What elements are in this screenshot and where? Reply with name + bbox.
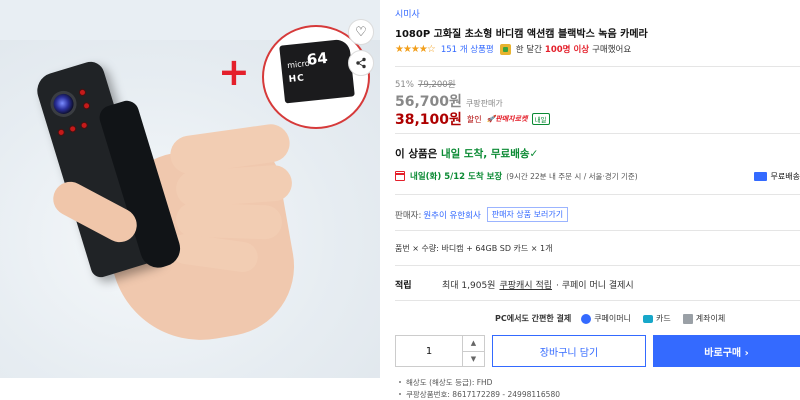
payment-headline: PC에서도 간편한 결제	[495, 314, 572, 323]
discount-rate: 51%	[395, 80, 414, 90]
rating-row: ★★★★☆ 151 개 상품평 한 달간 100명 이상 구매했어요	[395, 43, 631, 55]
purchase-area: 1 ▲ ▼ 장바구니 담기 바로구매 ›	[395, 335, 800, 369]
sale-price-label: 할인	[466, 114, 482, 124]
rocket-badge-label: 판매자로켓	[495, 115, 528, 123]
coupang-price-row: 56,700원 쿠팡판매가	[395, 91, 503, 111]
divider	[395, 66, 800, 67]
star-rating: ★★★★☆	[395, 43, 436, 55]
product-detail-panel: 시미사 1080P 고화질 초소형 바디캠 액션캠 블랙박스 녹음 카메라 ★★…	[395, 0, 800, 400]
seller-row: 판매자: 원추이 유한회사 판매자 상품 보러가기	[395, 207, 569, 222]
payment-row: PC에서도 간편한 결제 쿠페이머니 카드 계좌이체	[495, 313, 737, 324]
seller-label: 판매자:	[395, 210, 422, 221]
quantity-arrows: ▲ ▼	[462, 336, 484, 366]
brand-link[interactable]: 시미사	[395, 7, 420, 20]
delivery-row: 내일(화) 5/12 도착 보장 (9시간 22분 내 주문 시 / 서울·경기…	[395, 170, 800, 182]
payment-option-transfer[interactable]: 계좌이체	[682, 313, 726, 324]
bullet-icon	[399, 393, 401, 395]
delivery-headline-prefix: 이 상품은	[395, 148, 441, 160]
coupay-icon	[581, 313, 592, 324]
review-count-link[interactable]: 151 개 상품평	[441, 43, 494, 55]
product-title: 1080P 고화질 초소형 바디캠 액션캠 블랙박스 녹음 카메라	[395, 29, 648, 40]
payment-option-coupay[interactable]: 쿠페이머니	[581, 313, 631, 324]
camera-led	[82, 101, 91, 111]
sale-price-row: 38,100원 할인 🚀판매자로켓 내일	[395, 109, 550, 129]
selected-option[interactable]: 품번 × 수량: 바디캠 + 64GB SD 카드 × 1개	[395, 243, 553, 254]
delivery-headline: 이 상품은 내일 도착, 무료배송✓	[395, 146, 538, 161]
spec-item: 해상도 (해상도 등급): FHD	[395, 377, 560, 389]
delivery-headline-highlight: 내일 도착, 무료배송	[440, 148, 530, 160]
reward-max: 최대 1,905원	[442, 281, 496, 291]
discount-row: 51% 79,200원	[395, 78, 455, 90]
bank-transfer-icon	[682, 313, 693, 324]
reward-label: 적립	[395, 281, 412, 291]
coupang-price: 56,700원	[395, 94, 462, 110]
spec-item-text: 해상도 (해상도 등급): FHD	[406, 378, 493, 387]
payment-option-label: 카드	[656, 314, 671, 323]
camera-led	[79, 120, 89, 130]
check-icon: ✓	[529, 148, 539, 160]
sd-card-capacity: 64	[305, 48, 329, 69]
favorite-button[interactable]: ♡	[348, 19, 374, 45]
truck-icon	[753, 171, 767, 181]
spec-list: 해상도 (해상도 등급): FHD 쿠팡상품번호: 8617172289 - 2…	[395, 377, 560, 400]
bullet-icon	[399, 381, 401, 383]
sold-count: 100명 이상	[544, 45, 590, 55]
sale-price: 38,100원	[395, 112, 462, 128]
plus-sign: +	[218, 50, 250, 94]
divider	[395, 265, 800, 266]
camera-led	[68, 124, 78, 134]
sold-prefix: 한 달간	[515, 45, 542, 55]
seller-products-button[interactable]: 판매자 상품 보러가기	[486, 207, 569, 222]
spec-item: 쿠팡상품번호: 8617172289 - 24998116580	[395, 389, 560, 400]
add-to-cart-button[interactable]: 장바구니 담기	[492, 335, 646, 367]
quantity-stepper[interactable]: 1 ▲ ▼	[395, 335, 485, 367]
original-price: 79,200원	[417, 80, 456, 90]
sd-card-class: HC	[288, 73, 306, 85]
divider	[395, 230, 800, 231]
camera-led	[56, 127, 66, 137]
share-icon	[356, 57, 366, 69]
buy-now-button[interactable]: 바로구매 ›	[653, 335, 800, 367]
camera-lens	[47, 87, 80, 121]
rocket-badge: 🚀판매자로켓	[487, 114, 528, 124]
divider	[395, 300, 800, 301]
quantity-down-icon[interactable]: ▼	[463, 352, 484, 367]
spec-item-text: 쿠팡상품번호: 8617172289 - 24998116580	[406, 390, 560, 399]
seller-name-link[interactable]: 원추이 유한회사	[423, 209, 480, 221]
free-shipping: 무료배송	[753, 171, 800, 182]
shopping-bag-icon	[499, 43, 511, 55]
sd-card: micro 64 HC	[279, 38, 355, 104]
coupang-price-label: 쿠팡판매가	[465, 99, 503, 108]
share-button[interactable]	[348, 50, 374, 76]
tomorrow-badge: 내일	[531, 113, 550, 125]
delivery-date: 내일(화) 5/12 도착 보장	[410, 172, 503, 182]
delivery-note: (9시간 22분 내 주문 시 / 서울·경기 기준)	[506, 171, 638, 181]
coupang-cash-link[interactable]: 쿠팡캐시 적립	[499, 278, 552, 291]
sold-suffix: 구매했어요	[592, 45, 632, 55]
camera-led	[78, 88, 87, 97]
payment-option-label: 계좌이체	[695, 314, 726, 323]
free-shipping-label: 무료배송	[770, 171, 800, 181]
calendar-icon	[395, 171, 405, 181]
card-icon	[643, 314, 653, 323]
divider	[395, 194, 800, 195]
payment-option-label: 쿠페이머니	[594, 314, 631, 323]
reward-tail: · 쿠페이 머니 결제시	[556, 281, 634, 291]
payment-option-card[interactable]: 카드	[643, 313, 671, 324]
quantity-up-icon[interactable]: ▲	[463, 336, 484, 352]
reward-row: 적립 최대 1,905원 쿠팡캐시 적립 · 쿠페이 머니 결제시	[395, 278, 634, 291]
heart-outline-icon: ♡	[355, 24, 367, 40]
divider	[395, 133, 800, 134]
quantity-value[interactable]: 1	[396, 336, 462, 366]
product-image[interactable]: + micro 64 HC ♡	[0, 0, 380, 378]
